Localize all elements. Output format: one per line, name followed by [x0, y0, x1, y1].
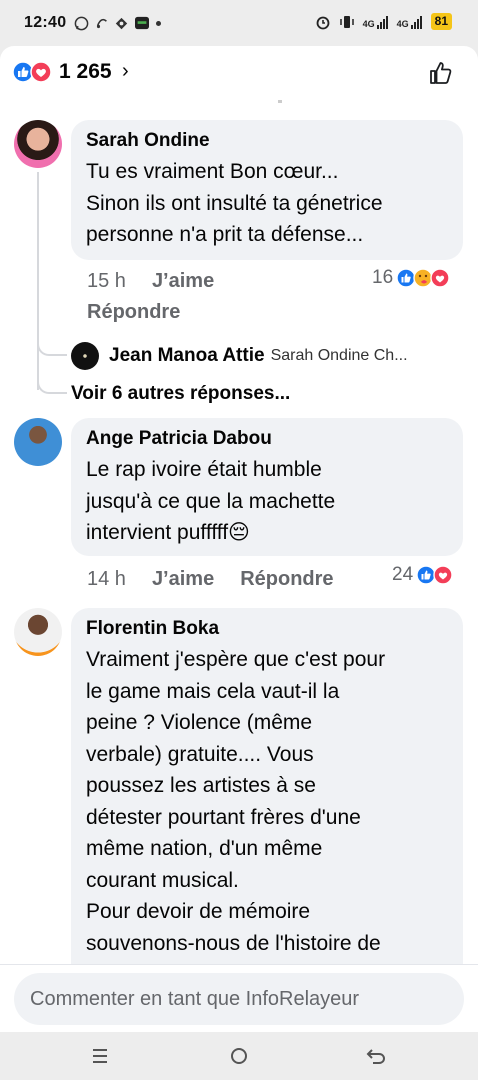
comment-reactions[interactable]: 16: [372, 267, 450, 289]
love-icon: [433, 565, 453, 585]
thread-connector: [37, 376, 67, 394]
comment-bubble[interactable]: Ange Patricia Dabou Le rap ivoire était …: [71, 418, 463, 556]
back-button[interactable]: [362, 1044, 390, 1068]
reply-link[interactable]: Répondre: [240, 568, 333, 591]
recent-apps-button[interactable]: [86, 1044, 114, 1068]
signal-app-icon: [97, 18, 108, 29]
reply-text: Sarah Ondine Ch...: [270, 347, 408, 364]
message-app-icon: [135, 16, 150, 30]
reaction-summary-icons: [12, 61, 52, 83]
comment-composer: Commenter en tant que InfoRelayeur: [0, 964, 478, 1032]
comment-actions: 14 h J’aime Répondre: [87, 568, 360, 591]
comment-text: Vraiment j'espère que c'est pour le game…: [86, 648, 386, 955]
dot-icon: [156, 20, 162, 26]
avatar-jean-manoa-attie[interactable]: [71, 342, 99, 370]
battery-indicator: 81: [430, 13, 452, 30]
signal-bars-icon: [376, 15, 388, 29]
system-icons: 4G 4G 81: [315, 13, 452, 30]
status-bar: 12:40 4G 4G 81: [0, 0, 478, 46]
comment-author[interactable]: Florentin Boka: [86, 617, 449, 641]
like-icon: [12, 61, 34, 83]
divider-tick: [278, 100, 282, 103]
love-icon: [30, 61, 52, 83]
signal-bars-icon: [410, 15, 422, 29]
reaction-count: 1 265: [59, 60, 112, 83]
comment-actions: 15 h J’aime: [87, 270, 240, 293]
like-icon: [396, 268, 416, 288]
menu-lines-icon: [93, 1049, 107, 1063]
comments-sheet: 1 265 › Sarah Ondine Tu es vraiment Bon …: [0, 46, 478, 1032]
reaction-icons: [416, 565, 453, 585]
avatar-sarah-ondine[interactable]: [14, 120, 62, 168]
comment-text: Tu es vraiment Bon cœur... Sinon ils ont…: [86, 160, 383, 246]
clock: 12:40: [24, 14, 67, 31]
love-icon: [430, 268, 450, 288]
home-button[interactable]: [225, 1044, 253, 1068]
like-icon: [416, 565, 436, 585]
alarm-icon: [316, 16, 330, 29]
comment-text: Le rap ivoire était humble jusqu'à ce qu…: [86, 458, 336, 544]
view-more-replies-link[interactable]: Voir 6 autres réponses...: [71, 383, 290, 405]
comment-actions-2: Répondre: [87, 301, 206, 324]
comment-author[interactable]: Ange Patricia Dabou: [86, 427, 449, 451]
like-link[interactable]: J’aime: [152, 270, 214, 293]
thread-connector: [37, 338, 67, 356]
system-nav-bar: [0, 1032, 478, 1080]
comment-author[interactable]: Sarah Ondine: [86, 129, 449, 153]
reaction-icons: [396, 268, 450, 288]
network-4g-2: 4G: [397, 15, 423, 29]
thumbs-up-outline-icon[interactable]: [427, 59, 455, 87]
comment-input[interactable]: Commenter en tant que InfoRelayeur: [14, 973, 464, 1025]
home-circle-icon: [231, 1048, 247, 1064]
avatar-florentin-boka[interactable]: [14, 608, 62, 656]
whatsapp-icon: [75, 16, 89, 30]
back-arrow-icon: [366, 1049, 386, 1064]
reply-preview[interactable]: Jean Manoa Attie Sarah Ondine Ch...: [71, 342, 408, 370]
reply-link[interactable]: Répondre: [87, 301, 180, 324]
reactions-header[interactable]: 1 265 ›: [0, 46, 478, 102]
reaction-count: 24: [392, 564, 414, 585]
comment-bubble[interactable]: Sarah Ondine Tu es vraiment Bon cœur... …: [71, 120, 463, 260]
settings-badge-icon: [116, 17, 128, 29]
care-icon: [413, 268, 433, 288]
vibrate-icon: [339, 15, 354, 28]
chevron-right-icon: ›: [122, 60, 129, 82]
network-4g-1: 4G: [363, 15, 389, 29]
like-link[interactable]: J’aime: [152, 568, 214, 591]
comment-time: 15 h: [87, 270, 126, 292]
thread-line: [37, 172, 39, 390]
comment-reactions[interactable]: 24: [392, 564, 454, 586]
comment-time: 14 h: [87, 568, 126, 590]
reaction-count: 16: [372, 267, 394, 288]
notification-icons: [74, 16, 162, 31]
reply-author[interactable]: Jean Manoa Attie: [109, 345, 265, 367]
avatar-ange-patricia-dabou[interactable]: [14, 418, 62, 466]
